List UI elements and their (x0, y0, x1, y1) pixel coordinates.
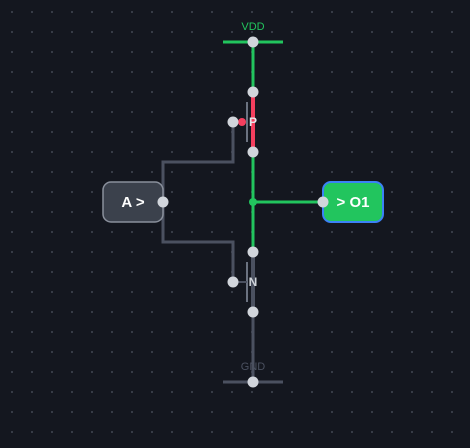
output-o1-label: > O1 (337, 194, 370, 211)
pin-vdd[interactable] (247, 36, 259, 48)
vdd-label: VDD (241, 21, 264, 33)
pin-pmos-source[interactable] (247, 86, 259, 98)
circuit-canvas[interactable]: VDD GND P N A > > O1 (0, 0, 470, 448)
pin-nmos-drain[interactable] (247, 246, 259, 258)
pin-output-o1[interactable] (317, 196, 329, 208)
wire-input-to-pmos-gate[interactable] (161, 122, 235, 202)
nmos-label: N (249, 275, 258, 289)
pin-gnd[interactable] (247, 376, 259, 388)
pin-nmos-gate[interactable] (227, 276, 239, 288)
wire-input-to-nmos-gate[interactable] (161, 202, 235, 282)
pin-nmos-source[interactable] (247, 306, 259, 318)
pmos-label: P (249, 115, 257, 129)
pin-pmos-drain[interactable] (247, 146, 259, 158)
output-o1[interactable]: > O1 (322, 181, 384, 223)
pin-input-a[interactable] (157, 196, 169, 208)
pmos-transistor[interactable]: P (238, 96, 257, 148)
input-a[interactable]: A > (102, 181, 164, 223)
pin-pmos-gate[interactable] (227, 116, 239, 128)
wires (161, 42, 323, 382)
pins (157, 36, 329, 388)
input-a-label: A > (121, 194, 144, 211)
output-junction (249, 198, 257, 206)
pmos-inversion-bubble (238, 118, 246, 126)
gnd-label: GND (241, 361, 266, 373)
